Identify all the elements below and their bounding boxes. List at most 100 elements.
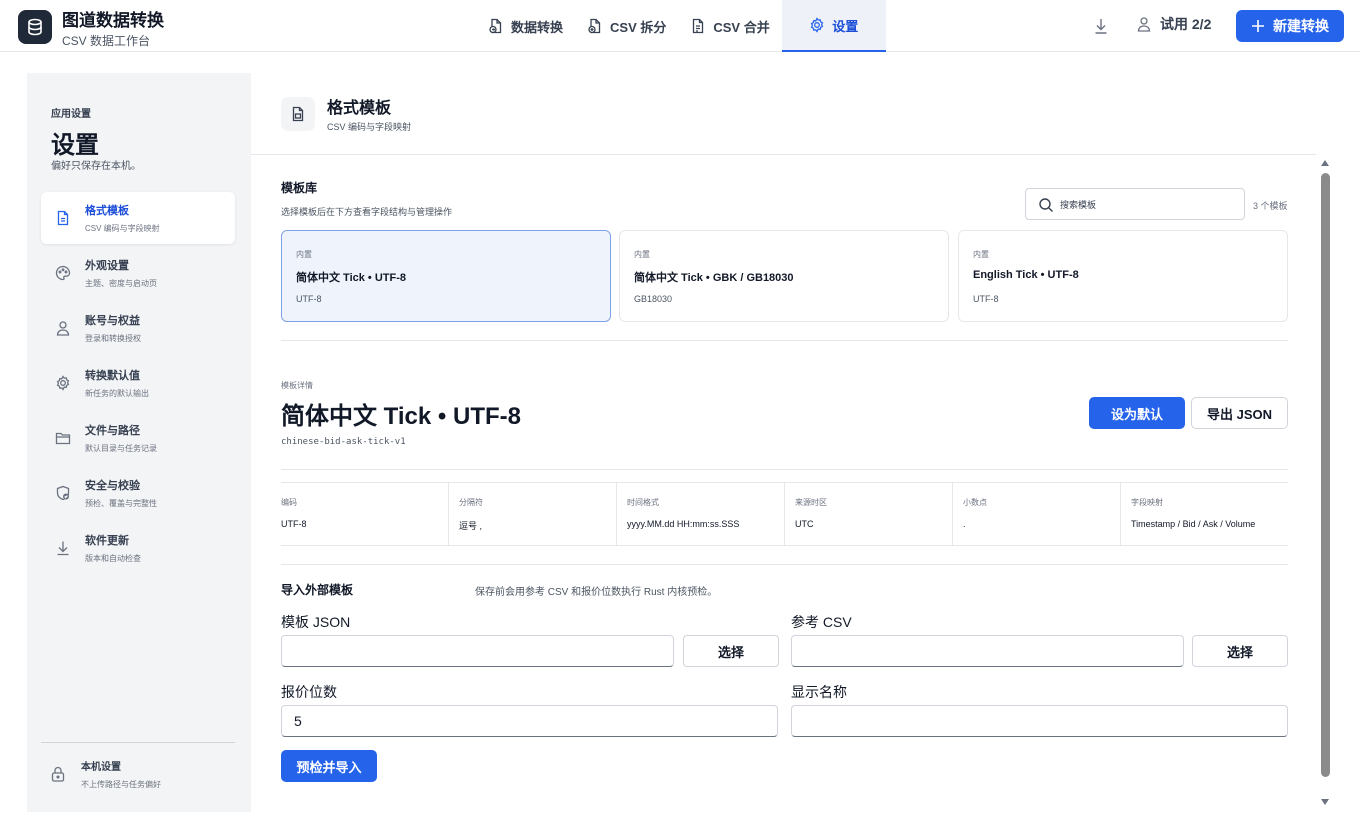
set-default-button[interactable]: 设为默认 xyxy=(1089,397,1185,429)
sidebar-item-label: 软件更新 xyxy=(85,535,129,547)
sidebar-item-label: 文件与路径 xyxy=(85,425,140,437)
app-title: 图道数据转换 xyxy=(62,11,164,30)
settings-sidebar: 应用设置 设置 偏好只保存在本机。 格式模板 CSV 编码与字段映射 外观设置 … xyxy=(27,73,251,812)
price-digits-label: 报价位数 xyxy=(281,684,337,700)
download-icon[interactable] xyxy=(1090,15,1112,37)
template-id: chinese-bid-ask-tick-v1 xyxy=(281,437,406,447)
reference-csv-label: 参考 CSV xyxy=(791,614,852,630)
local-settings-sub: 不上传路径与任务偏好 xyxy=(81,780,161,789)
sidebar-title: 设置 xyxy=(51,132,99,159)
scrollbar-thumb[interactable] xyxy=(1321,173,1330,777)
main-nav: 数据转换 CSV 拆分 CSV 合并 设置 xyxy=(476,0,886,52)
tab-label: CSV 合并 xyxy=(713,19,770,35)
scroll-down-arrow[interactable] xyxy=(1321,799,1329,805)
search-icon xyxy=(1039,198,1053,212)
sidebar-item-label: 账号与权益 xyxy=(85,315,140,327)
sidebar-item-sub: CSV 编码与字段映射 xyxy=(85,224,160,233)
template-card[interactable]: 内置 English Tick • UTF-8 UTF-8 xyxy=(958,230,1288,322)
template-search[interactable] xyxy=(1025,188,1245,220)
prop-timezone: 来源时区 UTC xyxy=(785,483,953,545)
sidebar-item-label: 外观设置 xyxy=(85,260,129,272)
tab-settings[interactable]: 设置 xyxy=(781,0,886,52)
display-name-field[interactable] xyxy=(791,705,1288,737)
new-conversion-label: 新建转换 xyxy=(1273,18,1329,34)
display-name-label: 显示名称 xyxy=(791,684,847,700)
sidebar-item-files-paths[interactable]: 文件与路径 默认目录与任务记录 xyxy=(41,412,235,464)
local-settings-title: 本机设置 xyxy=(81,762,121,773)
prop-value: . xyxy=(963,519,966,529)
prop-label: 小数点 xyxy=(963,498,987,507)
page-title: 格式模板 xyxy=(327,100,392,117)
sidebar-item-sub: 登录和转换授权 xyxy=(85,334,141,343)
tab-data-convert[interactable]: 数据转换 xyxy=(476,0,575,52)
card-encoding: GB18030 xyxy=(634,294,673,304)
reference-csv-field[interactable] xyxy=(791,635,1184,667)
sidebar-item-conversion-defaults[interactable]: 转换默认值 新任务的默认输出 xyxy=(41,357,235,409)
tab-label: 数据转换 xyxy=(511,19,564,35)
prop-label: 来源时区 xyxy=(795,498,827,507)
template-json-label: 模板 JSON xyxy=(281,614,351,630)
palette-icon xyxy=(55,265,71,281)
section-divider xyxy=(281,564,1288,565)
card-tag: 内置 xyxy=(634,250,650,259)
template-card[interactable]: 内置 简体中文 Tick • UTF-8 UTF-8 xyxy=(281,230,611,322)
lock-icon xyxy=(51,766,65,782)
prop-decimal: 小数点 . xyxy=(953,483,1121,545)
sidebar-item-format-templates[interactable]: 格式模板 CSV 编码与字段映射 xyxy=(41,192,235,244)
export-json-button[interactable]: 导出 JSON xyxy=(1191,397,1288,429)
prop-label: 编码 xyxy=(281,498,297,507)
template-card[interactable]: 内置 简体中文 Tick • GBK / GB18030 GB18030 xyxy=(619,230,949,322)
shield-check-icon xyxy=(56,485,70,501)
trial-label: 试用 2/2 xyxy=(1160,16,1212,32)
choose-json-button[interactable]: 选择 xyxy=(683,635,779,667)
sidebar-item-sub: 预检、覆盖与完整性 xyxy=(85,499,157,508)
template-json-field[interactable] xyxy=(281,635,674,667)
header-divider xyxy=(251,154,1316,155)
sidebar-description: 偏好只保存在本机。 xyxy=(51,161,141,172)
sidebar-overline: 应用设置 xyxy=(51,109,91,120)
section-divider xyxy=(281,340,1288,341)
sidebar-item-label: 安全与校验 xyxy=(85,480,140,492)
search-input[interactable] xyxy=(1060,196,1238,214)
tab-label: 设置 xyxy=(832,18,859,34)
sidebar-item-software-update[interactable]: 软件更新 版本和自动检查 xyxy=(41,522,235,574)
tab-label: CSV 拆分 xyxy=(610,19,667,35)
precheck-import-button[interactable]: 预检并导入 xyxy=(281,750,377,782)
scroll-up-arrow[interactable] xyxy=(1321,160,1329,166)
file-convert-icon xyxy=(489,18,502,34)
prop-field-mapping: 字段映射 Timestamp / Bid / Ask / Volume xyxy=(1121,483,1288,545)
tab-csv-split[interactable]: CSV 拆分 xyxy=(575,0,678,52)
download-icon xyxy=(57,541,69,556)
gear-icon xyxy=(810,17,824,33)
card-name: 简体中文 Tick • UTF-8 xyxy=(296,272,406,284)
prop-value: Timestamp / Bid / Ask / Volume xyxy=(1131,519,1256,529)
card-tag: 内置 xyxy=(296,250,312,259)
sidebar-item-appearance[interactable]: 外观设置 主题、密度与启动页 xyxy=(41,247,235,299)
prop-label: 字段映射 xyxy=(1131,498,1163,507)
prop-encoding: 编码 UTF-8 xyxy=(281,483,449,545)
sidebar-item-label: 格式模板 xyxy=(85,205,129,217)
import-title: 导入外部模板 xyxy=(281,583,354,597)
prop-delimiter: 分隔符 逗号 , xyxy=(449,483,617,545)
card-encoding: UTF-8 xyxy=(973,294,999,304)
prop-label: 时间格式 xyxy=(627,498,659,507)
sidebar-item-sub: 版本和自动检查 xyxy=(85,554,141,563)
prop-time-format: 时间格式 yyyy.MM.dd HH:mm:ss.SSS xyxy=(617,483,785,545)
trial-status[interactable]: 试用 2/2 xyxy=(1136,14,1211,34)
card-tag: 内置 xyxy=(973,250,989,259)
user-icon xyxy=(56,321,70,336)
database-icon xyxy=(18,10,52,44)
prop-value: UTF-8 xyxy=(281,519,307,529)
tab-csv-merge[interactable]: CSV 合并 xyxy=(678,0,781,52)
file-template-icon xyxy=(57,210,69,226)
file-split-icon xyxy=(588,18,601,34)
price-digits-field[interactable] xyxy=(281,705,778,737)
user-icon xyxy=(1137,17,1151,32)
new-conversion-button[interactable]: 新建转换 xyxy=(1236,10,1344,42)
prop-value: yyyy.MM.dd HH:mm:ss.SSS xyxy=(627,519,740,529)
sidebar-item-security[interactable]: 安全与校验 预检、覆盖与完整性 xyxy=(41,467,235,519)
sidebar-item-account[interactable]: 账号与权益 登录和转换授权 xyxy=(41,302,235,354)
choose-csv-button[interactable]: 选择 xyxy=(1192,635,1288,667)
detail-title: 简体中文 Tick • UTF-8 xyxy=(281,403,521,430)
file-merge-icon xyxy=(693,18,704,34)
